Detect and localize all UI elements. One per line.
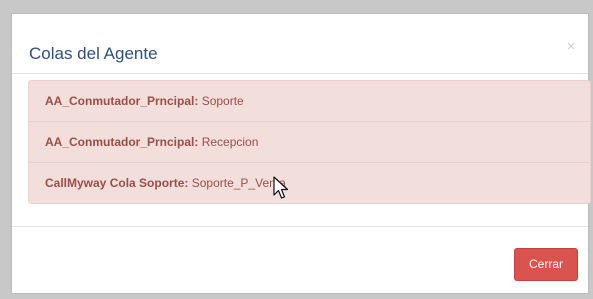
modal-title: Colas del Agente (29, 44, 158, 63)
queue-value: Soporte_P_Venta (191, 176, 286, 190)
queue-value: Recepcion (201, 135, 259, 149)
queue-item: AA_Conmutador_Prncipal: Recepcion (29, 122, 590, 163)
modal-footer: Cerrar (12, 226, 588, 294)
agent-queues-modal: Colas del Agente × AA_Conmutador_Prncipa… (11, 13, 591, 294)
close-x-button[interactable]: × (564, 39, 578, 54)
queue-item: CallMyway Cola Soporte: Soporte_P_Venta (29, 163, 590, 204)
queue-item: AA_Conmutador_Prncipal: Soporte (29, 81, 590, 122)
modal-header: Colas del Agente × (12, 14, 588, 74)
queue-name: CallMyway Cola Soporte: (45, 176, 189, 190)
queue-name: AA_Conmutador_Prncipal: (45, 135, 199, 149)
queue-list: AA_Conmutador_Prncipal: Soporte AA_Conmu… (28, 80, 591, 204)
queue-value: Soporte (201, 94, 244, 108)
close-button[interactable]: Cerrar (514, 248, 578, 281)
queue-name: AA_Conmutador_Prncipal: (45, 94, 199, 108)
